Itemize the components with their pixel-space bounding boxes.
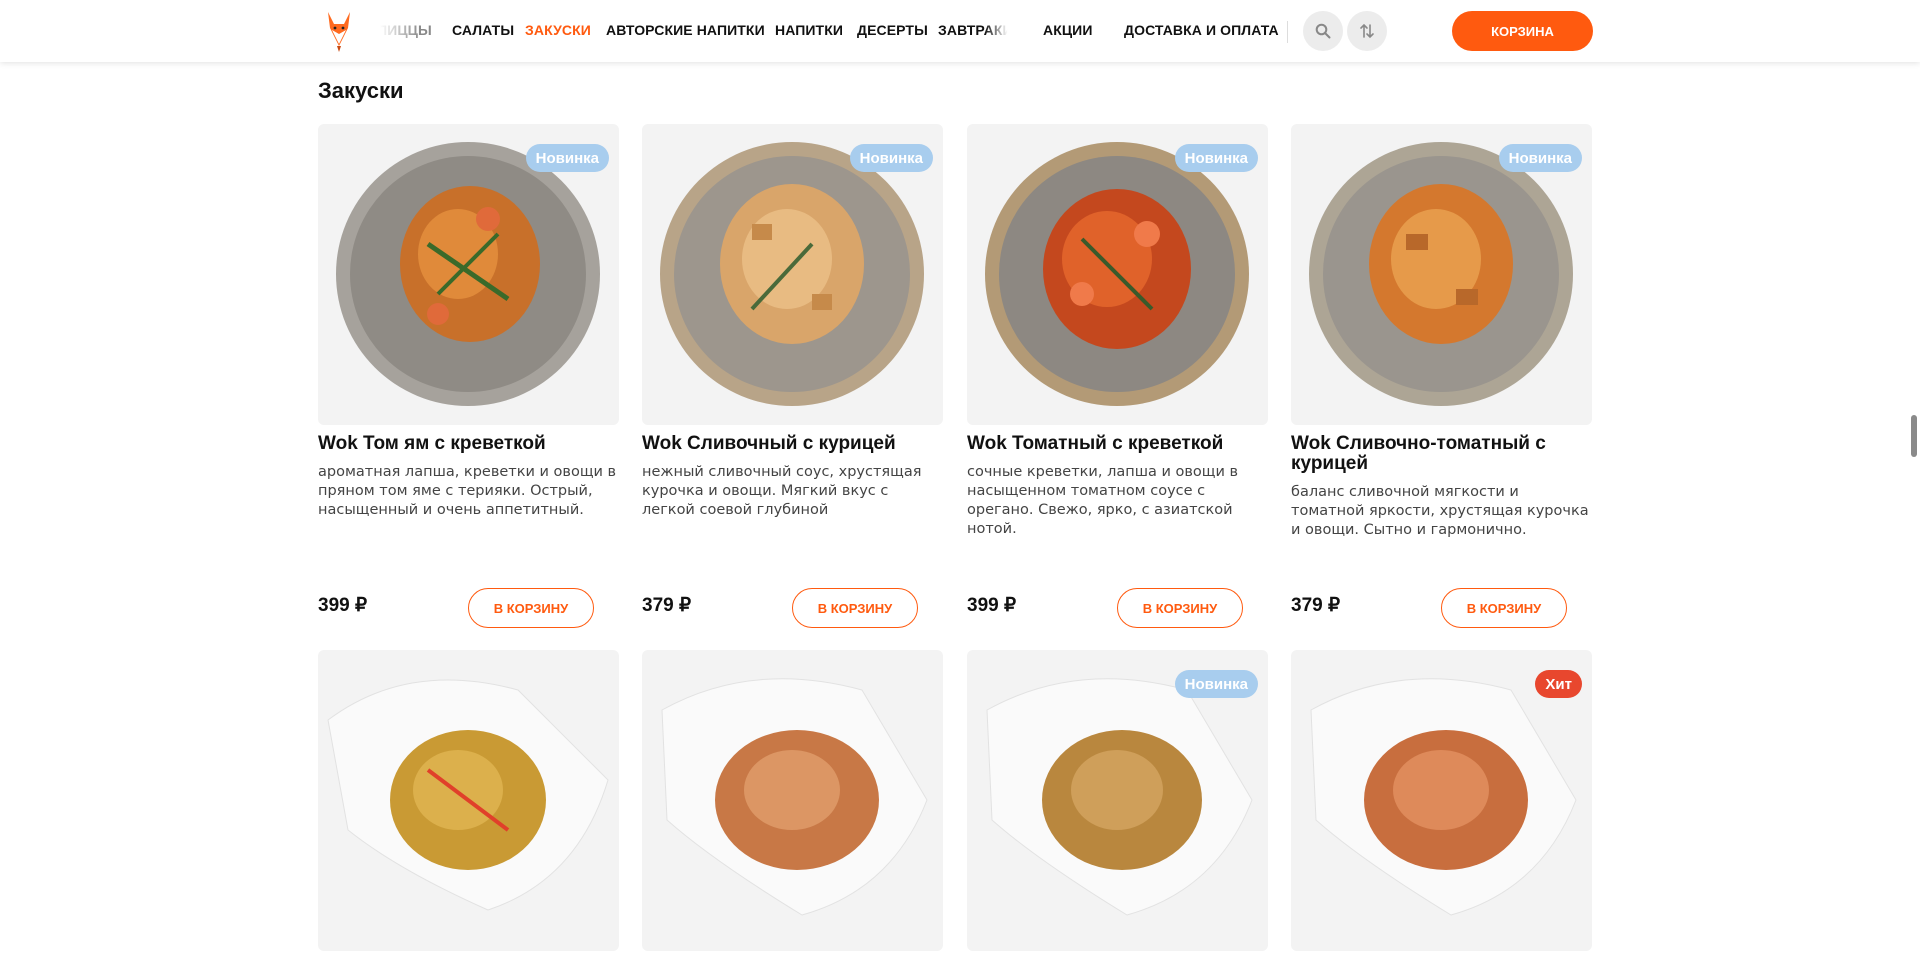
product-price: 399 ₽ bbox=[967, 595, 1017, 616]
badge-hit: Хит bbox=[1535, 670, 1582, 698]
product-price: 379 ₽ bbox=[642, 595, 692, 616]
product-image[interactable]: Новинка bbox=[1291, 124, 1592, 425]
site-header: ПИЦЦЫ САЛАТЫ ЗАКУСКИ АВТОРСКИЕ НАПИТКИ Н… bbox=[0, 0, 1920, 62]
product-image[interactable]: Новинка bbox=[642, 124, 943, 425]
add-to-cart-button[interactable]: В КОРЗИНУ bbox=[792, 588, 918, 628]
nav-item-desserts[interactable]: ДЕСЕРТЫ bbox=[857, 22, 928, 38]
product-title[interactable]: Wok Том ям с креветкой bbox=[318, 434, 619, 454]
product-image[interactable]: Хит bbox=[1291, 650, 1592, 951]
product-card: Новинка Wok Томатный с креветкой сочные … bbox=[967, 124, 1268, 628]
product-image[interactable]: Новинка bbox=[967, 124, 1268, 425]
badge-new: Новинка bbox=[849, 144, 933, 172]
product-card: Новинка Wok Том ям с креветкой ароматная… bbox=[318, 124, 619, 628]
fox-logo[interactable] bbox=[322, 8, 356, 54]
nav-item-author-drinks[interactable]: АВТОРСКИЕ НАПИТКИ bbox=[606, 22, 765, 38]
search-icon bbox=[1315, 23, 1331, 39]
product-image[interactable] bbox=[318, 650, 619, 951]
product-image[interactable]: Новинка bbox=[967, 650, 1268, 951]
page-scrollbar[interactable] bbox=[1908, 0, 1920, 953]
product-card: Новинка Wok Сливочно-томатный с курицей … bbox=[1291, 124, 1592, 628]
product-title[interactable]: Wok Сливочно-томатный с курицей bbox=[1291, 434, 1592, 474]
sort-arrows-icon bbox=[1360, 23, 1374, 39]
product-description: сочные креветки, лапша и овощи в насыщен… bbox=[967, 464, 1239, 537]
product-price: 379 ₽ bbox=[1291, 595, 1341, 616]
search-button[interactable] bbox=[1303, 11, 1343, 51]
wok-bowl-image bbox=[327, 679, 609, 911]
badge-new: Новинка bbox=[525, 144, 609, 172]
product-image[interactable]: Новинка bbox=[318, 124, 619, 425]
badge-new: Новинка bbox=[1174, 670, 1258, 698]
add-to-cart-button[interactable]: В КОРЗИНУ bbox=[468, 588, 594, 628]
section-title: Закуски bbox=[318, 78, 404, 103]
product-card bbox=[318, 650, 619, 951]
add-to-cart-button[interactable]: В КОРЗИНУ bbox=[1441, 588, 1567, 628]
badge-new: Новинка bbox=[1174, 144, 1258, 172]
product-card bbox=[642, 650, 943, 951]
cart-button[interactable]: КОРЗИНА bbox=[1452, 11, 1593, 51]
nav-item-salads[interactable]: САЛАТЫ bbox=[452, 22, 514, 38]
sort-button[interactable] bbox=[1347, 11, 1387, 51]
scrollbar-thumb[interactable] bbox=[1911, 415, 1917, 457]
product-description: баланс сливочной мягкости и томатной ярк… bbox=[1291, 484, 1589, 538]
badge-new: Новинка bbox=[1498, 144, 1582, 172]
nav-item-drinks[interactable]: НАПИТКИ bbox=[775, 22, 843, 38]
product-title[interactable]: Wok Томатный с креветкой bbox=[967, 434, 1268, 454]
nav-item-promo[interactable]: АКЦИИ bbox=[1043, 22, 1093, 38]
product-card: Новинка Wok Сливочный с курицей нежный с… bbox=[642, 124, 943, 628]
product-image[interactable] bbox=[642, 650, 943, 951]
wok-bowl-image bbox=[661, 678, 928, 916]
product-description: ароматная лапша, креветки и овощи в прян… bbox=[318, 464, 617, 518]
nav-item-delivery[interactable]: ДОСТАВКА И ОПЛАТА bbox=[1124, 22, 1279, 38]
nav-divider bbox=[1287, 21, 1288, 43]
add-to-cart-button[interactable]: В КОРЗИНУ bbox=[1117, 588, 1243, 628]
product-card: Новинка bbox=[967, 650, 1268, 951]
nav-fade-right bbox=[985, 10, 1015, 50]
product-title[interactable]: Wok Сливочный с курицей bbox=[642, 434, 943, 454]
nav-item-snacks[interactable]: ЗАКУСКИ bbox=[525, 22, 591, 38]
product-description: нежный сливочный соус, хрустящая курочка… bbox=[642, 464, 922, 518]
nav-fade-left bbox=[370, 10, 420, 50]
product-card: Хит bbox=[1291, 650, 1592, 951]
product-price: 399 ₽ bbox=[318, 595, 368, 616]
